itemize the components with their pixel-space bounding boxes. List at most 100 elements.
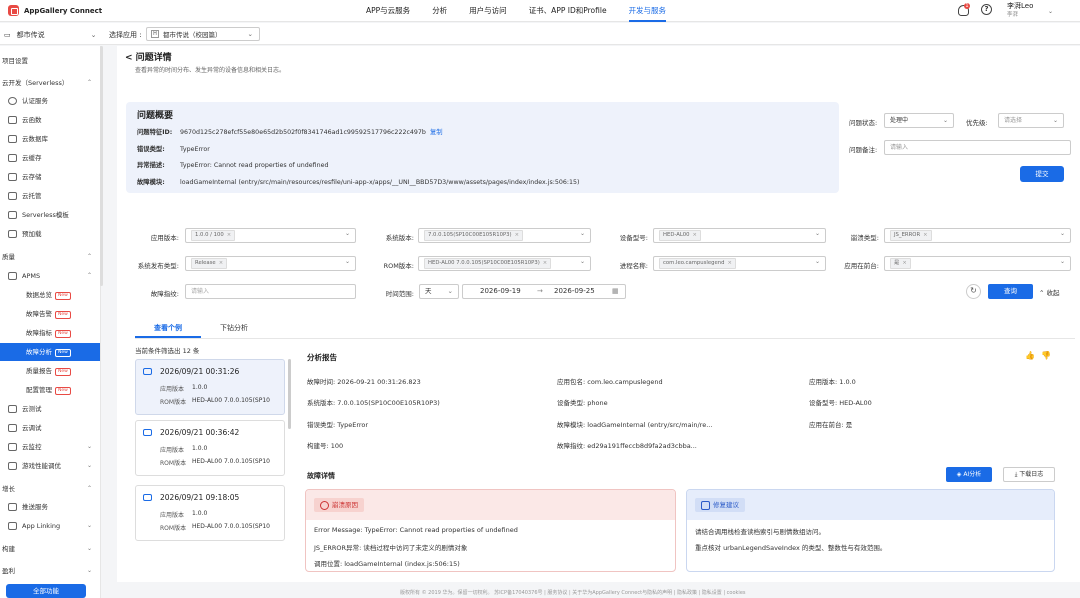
app-selector[interactable]: H 都市传说（校园篇） ⌄ bbox=[146, 27, 260, 41]
copy-link[interactable]: 复制 bbox=[430, 129, 443, 136]
close-icon[interactable]: × bbox=[902, 260, 906, 266]
close-icon[interactable]: × bbox=[727, 260, 731, 266]
process-name-filter[interactable]: com.leo.campuslegend × ⌄ bbox=[653, 256, 826, 271]
test-icon bbox=[8, 405, 17, 413]
app-logo[interactable]: AppGallery Connect bbox=[8, 5, 102, 16]
ai-analysis-button[interactable]: ◈ AI分析 bbox=[946, 467, 992, 482]
filter-tag-text: com.leo.campuslegend bbox=[663, 260, 725, 266]
priority-select[interactable]: 请选择 ⌄ bbox=[998, 113, 1064, 128]
sidebar-item-app-linking[interactable]: App Linking ⌄ bbox=[0, 517, 100, 535]
sidebar-item-fault-alert[interactable]: 故障告警 New bbox=[0, 305, 100, 323]
start-date[interactable]: 2026-09-19 bbox=[480, 285, 521, 298]
sidebar-item-serverless-template[interactable]: Serverless模板 bbox=[0, 206, 100, 224]
nav-certificates[interactable]: 证书、APP ID和Profile bbox=[518, 0, 618, 22]
sidebar-item-push[interactable]: 推送服务 bbox=[0, 498, 100, 516]
back-title[interactable]: < 问题详情 bbox=[125, 50, 172, 63]
sidebar-item-preload[interactable]: 预加载 bbox=[0, 225, 100, 243]
help-icon[interactable]: ? bbox=[981, 4, 992, 15]
sidebar-item-data-overview[interactable]: 数据总览 New bbox=[0, 286, 100, 304]
remark-input[interactable]: 请输入 bbox=[884, 140, 1071, 155]
close-icon[interactable]: × bbox=[219, 260, 223, 266]
sidebar-item-project-settings[interactable]: 项目设置 bbox=[0, 52, 100, 70]
sidebar-group-growth[interactable]: 增长 ⌃ bbox=[0, 480, 100, 498]
all-functions-button[interactable]: 全部功能 bbox=[6, 584, 86, 598]
time-unit-select[interactable]: 天 ⌄ bbox=[419, 284, 459, 299]
filter-tag[interactable]: HED-AL00 7.0.0.105(SP10C00E105R10P3) × bbox=[424, 258, 552, 269]
project-selector[interactable]: ▭ 都市传说 ⌄ bbox=[4, 30, 97, 40]
sidebar-item-fault-analysis[interactable]: 故障分析 New bbox=[0, 343, 100, 361]
close-icon[interactable]: × bbox=[543, 260, 547, 266]
tab-view-cases[interactable]: 查看个例 bbox=[135, 322, 201, 338]
collapse-toggle[interactable]: ⌃ 收起 bbox=[1039, 287, 1060, 297]
os-release-filter[interactable]: Release × ⌄ bbox=[185, 256, 356, 271]
refresh-icon[interactable]: ↻ bbox=[966, 284, 981, 299]
database-icon bbox=[8, 135, 17, 143]
sidebar-item-cloud-storage[interactable]: 云存储 bbox=[0, 168, 100, 186]
sidebar-group-serverless[interactable]: 云开发（Serverless） ⌃ bbox=[0, 74, 100, 92]
case-time: 2026/09/21 09:18:05 bbox=[160, 493, 240, 502]
query-button[interactable]: 查询 bbox=[988, 284, 1033, 299]
calendar-icon: ▦ bbox=[612, 287, 619, 295]
download-log-button[interactable]: ⤓ 下载日志 bbox=[1003, 467, 1055, 482]
status-select[interactable]: 处理中 ⌄ bbox=[884, 113, 954, 128]
filter-tag[interactable]: HED-AL00 × bbox=[659, 230, 701, 241]
case-list-scrollbar[interactable] bbox=[288, 359, 291, 429]
case-card[interactable]: 2026/09/21 09:18:05 应用版本 1.0.0 ROM版本 HED-A… bbox=[135, 485, 285, 541]
chevron-down-icon: ⌄ bbox=[86, 462, 92, 469]
sidebar-item-fault-metrics[interactable]: 故障指标 New bbox=[0, 324, 100, 342]
filter-tag[interactable]: 1.0.0 / 100 × bbox=[191, 230, 236, 241]
sidebar-group-build[interactable]: 构建 ⌄ bbox=[0, 540, 100, 558]
filter-tag[interactable]: JS_ERROR × bbox=[890, 230, 932, 241]
thumbs-down-icon[interactable]: 👎 bbox=[1041, 351, 1057, 360]
chevron-up-icon: ⌃ bbox=[86, 485, 92, 492]
case-time: 2026/09/21 00:36:42 bbox=[160, 428, 240, 437]
tab-drilldown[interactable]: 下钻分析 bbox=[201, 322, 267, 335]
close-icon[interactable]: × bbox=[923, 232, 927, 238]
nav-analytics[interactable]: 分析 bbox=[421, 0, 458, 22]
user-menu[interactable]: 李湃Leo 李湃 ⌄ bbox=[1007, 2, 1053, 20]
fix-line: 请结合调用栈检查读档索引与剧情数组访问。 bbox=[695, 528, 825, 536]
sidebar-scrollbar[interactable] bbox=[100, 46, 103, 286]
nav-users-access[interactable]: 用户与访问 bbox=[458, 0, 518, 22]
sidebar-item-cloud-monitor[interactable]: 云监控 ⌄ bbox=[0, 438, 100, 456]
sidebar-item-config-management[interactable]: 配置管理 New bbox=[0, 381, 100, 399]
chevron-down-icon: ⌄ bbox=[86, 522, 92, 529]
nav-develop-services[interactable]: 开发与服务 bbox=[618, 0, 678, 22]
filter-tag[interactable]: 是 × bbox=[890, 258, 911, 269]
sidebar-group-quality[interactable]: 质量 ⌃ bbox=[0, 248, 100, 266]
date-range-picker[interactable]: 2026-09-19 → 2026-09-25 ▦ bbox=[462, 284, 626, 299]
submit-button[interactable]: 提交 bbox=[1020, 166, 1064, 182]
end-date[interactable]: 2026-09-25 bbox=[554, 285, 595, 298]
sidebar-item-cloud-cache[interactable]: 云缓存 bbox=[0, 149, 100, 167]
sidebar-item-apms[interactable]: APMS ⌃ bbox=[0, 267, 100, 285]
close-icon[interactable]: × bbox=[515, 232, 519, 238]
case-rom-line: ROM版本 HED-AL00 7.0.0.105(SP10 bbox=[160, 458, 270, 467]
sidebar-item-cloud-functions[interactable]: 云函数 bbox=[0, 111, 100, 129]
close-icon[interactable]: × bbox=[693, 232, 697, 238]
case-card[interactable]: 2026/09/21 00:36:42 应用版本 1.0.0 ROM版本 HED-A… bbox=[135, 420, 285, 476]
sidebar-item-game-perf[interactable]: 游戏性能调优 ⌄ bbox=[0, 457, 100, 475]
filter-tag[interactable]: com.leo.campuslegend × bbox=[659, 258, 736, 269]
rom-version-filter[interactable]: HED-AL00 7.0.0.105(SP10C00E105R10P3) × ⌄ bbox=[418, 256, 591, 271]
sidebar-group-monetize[interactable]: 盈利 ⌄ bbox=[0, 562, 100, 580]
app-version-filter[interactable]: 1.0.0 / 100 × ⌄ bbox=[185, 228, 356, 243]
sidebar-item-cloud-debug[interactable]: 云调试 bbox=[0, 419, 100, 437]
case-card[interactable]: 2026/09/21 00:31:26 应用版本 1.0.0 ROM版本 HED-A… bbox=[135, 359, 285, 415]
fingerprint-input[interactable]: 请输入 bbox=[185, 284, 356, 299]
field-key: 设备类型: bbox=[557, 399, 586, 407]
sidebar-item-auth[interactable]: 认证服务 bbox=[0, 92, 100, 110]
filter-tag[interactable]: 7.0.0.105(SP10C00E105R10P3) × bbox=[424, 230, 524, 241]
filter-tag[interactable]: Release × bbox=[191, 258, 228, 269]
chevron-down-icon: ⌄ bbox=[90, 31, 97, 39]
sidebar-item-cloud-hosting[interactable]: 云托管 bbox=[0, 187, 100, 205]
device-model-filter[interactable]: HED-AL00 × ⌄ bbox=[653, 228, 826, 243]
crash-type-filter[interactable]: JS_ERROR × ⌄ bbox=[884, 228, 1071, 243]
sidebar-item-cloud-db[interactable]: 云数据库 bbox=[0, 130, 100, 148]
thumbs-up-icon[interactable]: 👍 bbox=[1025, 351, 1041, 360]
os-version-filter[interactable]: 7.0.0.105(SP10C00E105R10P3) × ⌄ bbox=[418, 228, 591, 243]
foreground-filter[interactable]: 是 × ⌄ bbox=[884, 256, 1071, 271]
sidebar-item-quality-report[interactable]: 质量报告 New bbox=[0, 362, 100, 380]
nav-app-cloud[interactable]: APP与云服务 bbox=[355, 0, 421, 22]
close-icon[interactable]: × bbox=[227, 232, 231, 238]
sidebar-item-cloud-test[interactable]: 云测试 bbox=[0, 400, 100, 418]
